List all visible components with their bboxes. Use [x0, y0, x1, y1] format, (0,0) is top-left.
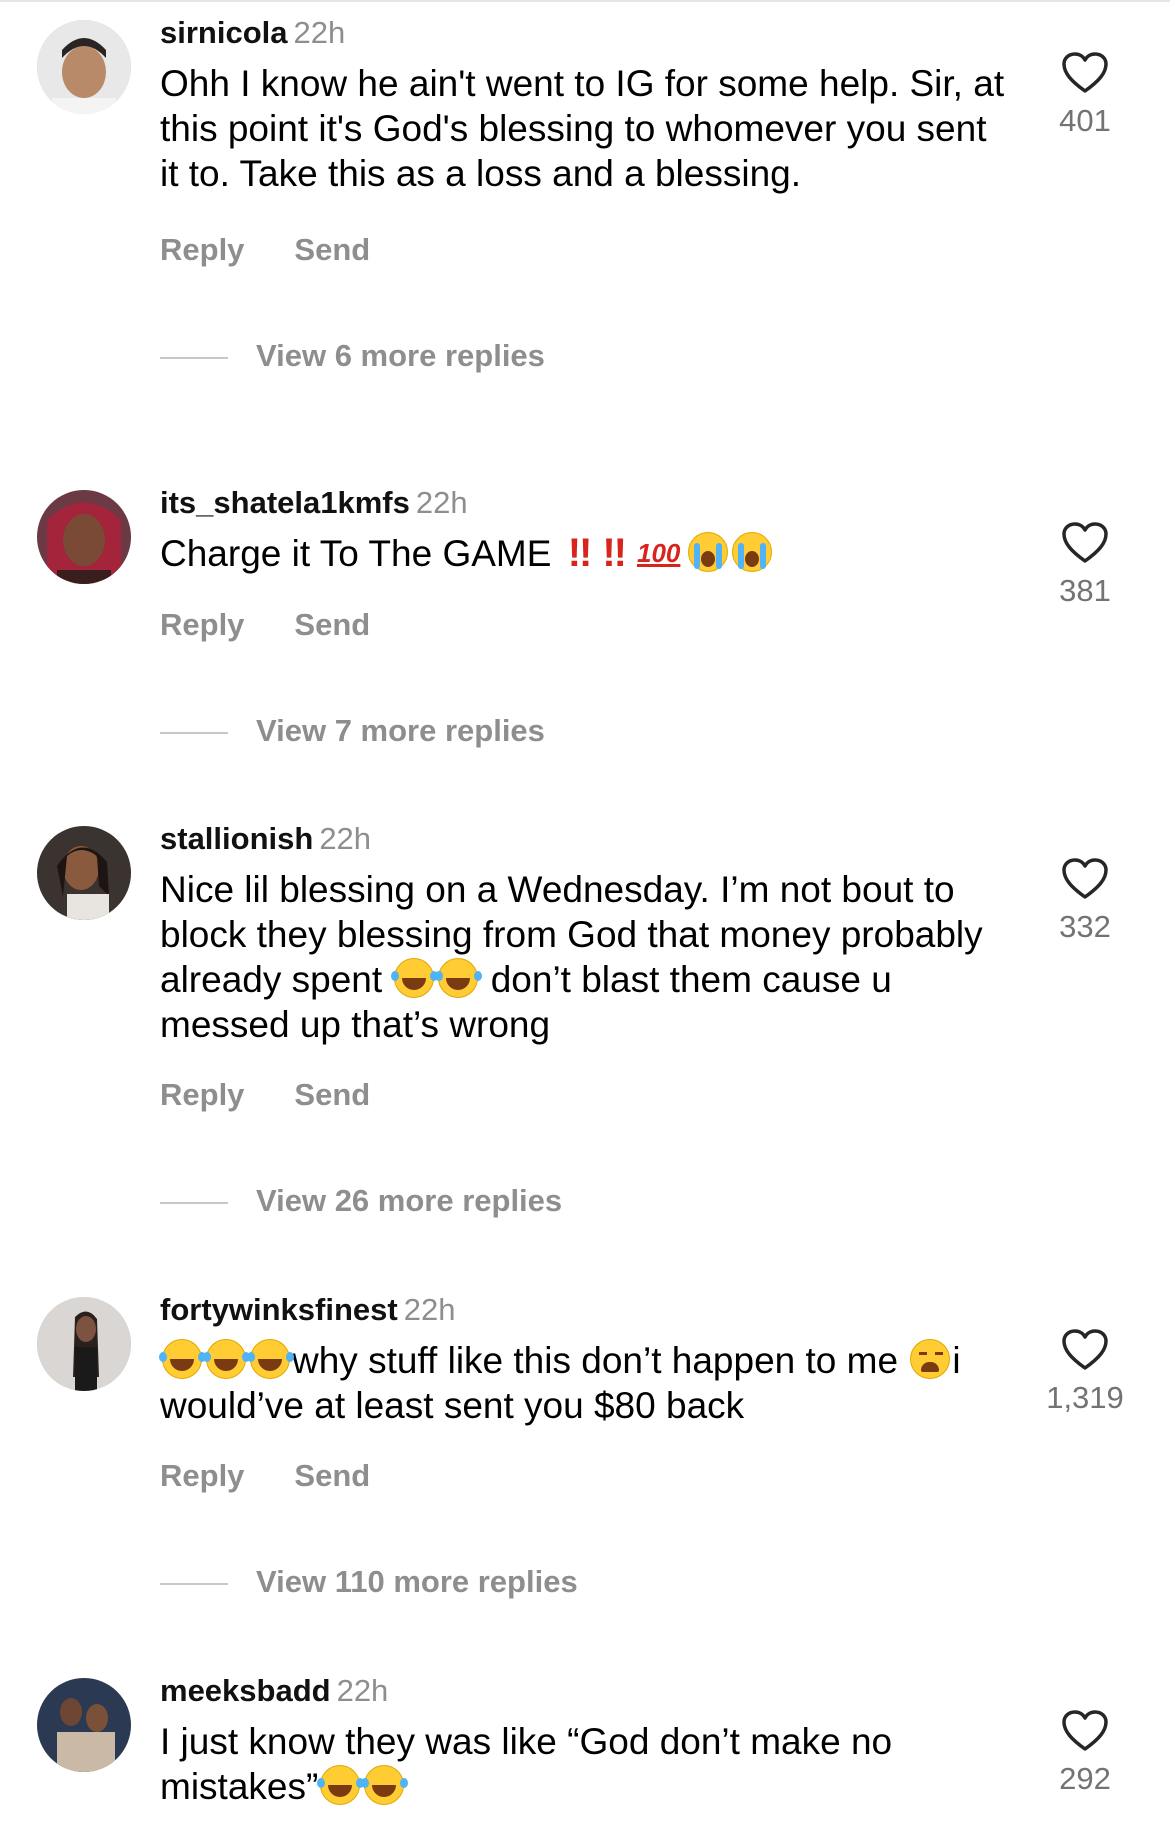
comment-text: Ohh I know he ain't went to IG for some … [160, 63, 1005, 194]
timestamp: 22h [403, 1292, 456, 1327]
view-more-replies-label: View 26 more replies [256, 1183, 563, 1218]
view-more-replies[interactable]: View 7 more replies [160, 713, 545, 749]
top-divider [0, 0, 1170, 2]
heart-icon[interactable] [1061, 51, 1109, 95]
username[interactable]: stallionish [160, 821, 313, 856]
like-control: 381 [1040, 521, 1130, 609]
crying-face-emoji [688, 532, 729, 572]
avatar-image [37, 826, 131, 920]
double-exclamation-emoji: !! [602, 531, 627, 575]
send-button[interactable]: Send [294, 607, 370, 643]
avatar-image [37, 20, 131, 114]
like-count: 332 [1059, 909, 1111, 944]
avatar[interactable] [37, 1678, 131, 1772]
comment-text: why stuff like this don’t happen to me i… [159, 1338, 1010, 1428]
like-count: 292 [1059, 1761, 1111, 1796]
send-button[interactable]: Send [294, 1077, 370, 1113]
hundred-points-emoji: 100 [637, 538, 681, 568]
reply-button[interactable]: Reply [160, 1458, 244, 1494]
comment-text-body: I just know they was like “God don’t mak… [160, 1721, 893, 1807]
like-control: 332 [1040, 857, 1130, 945]
comment-text: Charge it To The GAME !!!! 100 [160, 531, 1010, 576]
view-more-replies[interactable]: View 110 more replies [160, 1564, 578, 1600]
username[interactable]: sirnicola [160, 15, 288, 50]
avatar-image [37, 1678, 131, 1772]
heart-icon[interactable] [1061, 1328, 1109, 1372]
tears-of-joy-emoji [203, 1339, 246, 1379]
username[interactable]: meeksbadd [160, 1673, 331, 1708]
comment-header: its_shatela1kmfs 22h [160, 485, 468, 521]
reply-button[interactable]: Reply [160, 1077, 244, 1113]
view-more-replies-label: View 6 more replies [256, 338, 545, 373]
tears-of-joy-emoji [361, 1765, 405, 1805]
comment-header: fortywinksfinest 22h [160, 1292, 455, 1328]
view-more-replies-label: View 110 more replies [256, 1564, 578, 1599]
comment-actions: Reply Send [160, 232, 370, 268]
timestamp: 22h [293, 15, 346, 50]
view-more-replies[interactable]: View 26 more replies [160, 1183, 562, 1219]
double-exclamation-emoji: !! [567, 531, 593, 575]
like-count: 381 [1059, 573, 1111, 608]
like-count: 401 [1059, 103, 1111, 138]
username[interactable]: fortywinksfinest [160, 1292, 398, 1327]
comment-text: I just know they was like “God don’t mak… [160, 1719, 1010, 1809]
timestamp: 22h [415, 485, 468, 520]
avatar[interactable] [37, 20, 131, 114]
tears-of-joy-emoji [247, 1339, 290, 1379]
replies-divider [160, 356, 228, 359]
avatar-image [37, 1297, 131, 1391]
like-count: 1,319 [1046, 1380, 1124, 1415]
view-more-replies-label: View 7 more replies [256, 713, 545, 748]
timestamp: 22h [319, 821, 372, 856]
like-control: 401 [1040, 51, 1130, 139]
heart-icon[interactable] [1061, 857, 1109, 901]
send-button[interactable]: Send [294, 1458, 370, 1494]
tears-of-joy-emoji [159, 1339, 202, 1379]
reply-button[interactable]: Reply [160, 232, 244, 268]
timestamp: 22h [336, 1673, 389, 1708]
avatar[interactable] [37, 1297, 131, 1391]
comment-actions: Reply Send [160, 1458, 370, 1494]
like-control: 1,319 [1040, 1328, 1130, 1416]
replies-divider [160, 1582, 228, 1585]
send-button[interactable]: Send [294, 232, 370, 268]
tears-of-joy-emoji [435, 958, 479, 998]
comment-header: sirnicola 22h [160, 15, 345, 51]
avatar-image [37, 490, 131, 584]
avatar[interactable] [37, 490, 131, 584]
username[interactable]: its_shatela1kmfs [160, 485, 410, 520]
comment-header: stallionish 22h [160, 821, 371, 857]
crying-face-emoji [732, 532, 773, 572]
heart-icon[interactable] [1061, 521, 1109, 565]
like-control: 292 [1040, 1709, 1130, 1797]
tears-of-joy-emoji [317, 1765, 361, 1805]
avatar[interactable] [37, 826, 131, 920]
reply-button[interactable]: Reply [160, 607, 244, 643]
heart-icon[interactable] [1061, 1709, 1109, 1753]
weary-face-emoji [910, 1339, 951, 1379]
tears-of-joy-emoji [391, 958, 435, 998]
comment-actions: Reply Send [160, 1077, 370, 1113]
comment-header: meeksbadd 22h [160, 1673, 388, 1709]
view-more-replies[interactable]: View 6 more replies [160, 338, 545, 374]
replies-divider [160, 1201, 228, 1204]
comment-text-body: why stuff like this don’t happen to me [292, 1340, 899, 1381]
replies-divider [160, 731, 228, 734]
comment-text: Nice lil blessing on a Wednesday. I’m no… [160, 867, 1010, 1047]
comment-actions: Reply Send [160, 607, 370, 643]
comment-text-body: Charge it To The GAME [160, 533, 552, 574]
